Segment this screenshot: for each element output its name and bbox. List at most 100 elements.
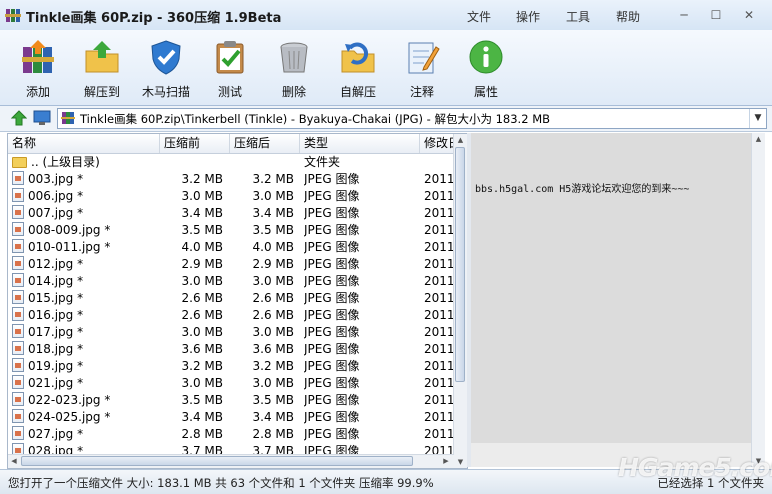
column-name[interactable]: 名称 bbox=[8, 134, 160, 153]
row-name-text: 019.jpg * bbox=[28, 359, 84, 373]
row-size: 2.6 MB bbox=[252, 308, 294, 322]
menu-operation[interactable]: 操作 bbox=[516, 8, 540, 25]
table-row[interactable]: 008-009.jpg * 3.5 MB 3.5 MB JPEG 图像 2011 bbox=[8, 222, 453, 239]
chevron-down-icon[interactable]: ▼ bbox=[749, 109, 766, 128]
table-row[interactable]: 007.jpg * 3.4 MB 3.4 MB JPEG 图像 2011 bbox=[8, 205, 453, 222]
row-modified: 2011 bbox=[424, 257, 453, 271]
row-packed-size: 3.0 MB bbox=[181, 189, 223, 203]
menu-tools[interactable]: 工具 bbox=[566, 8, 590, 25]
delete-button[interactable]: 删除 bbox=[262, 34, 326, 100]
scroll-right-arrow[interactable]: ▶ bbox=[440, 455, 452, 467]
row-type: JPEG 图像 bbox=[304, 376, 360, 390]
column-size[interactable]: 压缩后 bbox=[230, 134, 300, 153]
comment-button[interactable]: 注释 bbox=[390, 34, 454, 100]
row-packed-size: 3.0 MB bbox=[181, 274, 223, 288]
archive-comment: bbs.h5gal.com H5游戏论坛欢迎您的到来~~~ bbox=[475, 184, 690, 195]
maximize-button[interactable]: ☐ bbox=[705, 7, 727, 23]
row-modified: 2011 bbox=[424, 206, 453, 220]
scroll-down-arrow[interactable]: ▼ bbox=[454, 456, 467, 468]
row-modified: 2011 bbox=[424, 410, 453, 424]
row-name: 028.jpg * bbox=[12, 443, 162, 454]
row-packed-size: 3.5 MB bbox=[181, 223, 223, 237]
table-row[interactable]: 028.jpg * 3.7 MB 3.7 MB JPEG 图像 2011 bbox=[8, 443, 453, 454]
table-row[interactable]: 019.jpg * 3.2 MB 3.2 MB JPEG 图像 2011 bbox=[8, 358, 453, 375]
jpeg-file-icon bbox=[12, 409, 24, 423]
table-row[interactable]: 022-023.jpg * 3.5 MB 3.5 MB JPEG 图像 2011 bbox=[8, 392, 453, 409]
menu-file[interactable]: 文件 bbox=[467, 8, 491, 25]
row-name-text: 016.jpg * bbox=[28, 308, 84, 322]
row-modified: 2011 bbox=[424, 172, 453, 186]
properties-button[interactable]: 属性 bbox=[454, 34, 518, 100]
properties-label: 属性 bbox=[473, 85, 498, 99]
parent-folder-row[interactable]: .. (上级目录) 文件夹 bbox=[8, 154, 453, 171]
table-row[interactable]: 024-025.jpg * 3.4 MB 3.4 MB JPEG 图像 2011 bbox=[8, 409, 453, 426]
self-extract-button[interactable]: 自解压 bbox=[326, 34, 390, 100]
menu-help[interactable]: 帮助 bbox=[616, 8, 640, 25]
archive-icon bbox=[61, 112, 75, 124]
row-type: 文件夹 bbox=[304, 155, 341, 169]
file-rows: .. (上级目录) 文件夹 003.jpg * 3.2 MB 3.2 MB JPEG 图像… bbox=[8, 154, 453, 454]
folder-icon bbox=[12, 157, 27, 168]
row-type: JPEG 图像 bbox=[304, 325, 360, 339]
add-button[interactable]: 添加 bbox=[6, 34, 70, 100]
row-packed-size: 3.2 MB bbox=[181, 172, 223, 186]
vertical-scrollbar[interactable]: ▲ ▼ bbox=[453, 134, 467, 468]
column-packed[interactable]: 压缩前 bbox=[160, 134, 230, 153]
row-size: 2.8 MB bbox=[252, 427, 294, 441]
row-size: 3.0 MB bbox=[252, 189, 294, 203]
minimize-button[interactable]: ─ bbox=[673, 7, 695, 23]
table-row[interactable]: 014.jpg * 3.0 MB 3.0 MB JPEG 图像 2011 bbox=[8, 273, 453, 290]
table-row[interactable]: 006.jpg * 3.0 MB 3.0 MB JPEG 图像 2011 bbox=[8, 188, 453, 205]
test-label: 测试 bbox=[217, 85, 242, 99]
row-size: 3.0 MB bbox=[252, 376, 294, 390]
row-name: .. (上级目录) bbox=[12, 154, 162, 171]
table-row[interactable]: 015.jpg * 2.6 MB 2.6 MB JPEG 图像 2011 bbox=[8, 290, 453, 307]
horizontal-scrollbar[interactable]: ◀ ▶ bbox=[8, 454, 454, 468]
row-type: JPEG 图像 bbox=[304, 240, 360, 254]
close-button[interactable]: ✕ bbox=[738, 7, 760, 23]
table-row[interactable]: 003.jpg * 3.2 MB 3.2 MB JPEG 图像 2011 bbox=[8, 171, 453, 188]
app-icon bbox=[5, 9, 21, 22]
row-name: 027.jpg * bbox=[12, 426, 162, 443]
row-name: 018.jpg * bbox=[12, 341, 162, 358]
preview-scrollbar[interactable]: ▲ ▼ bbox=[751, 133, 765, 467]
trojan-scan-button[interactable]: 木马扫描 bbox=[134, 34, 198, 100]
row-type: JPEG 图像 bbox=[304, 308, 360, 322]
row-type: JPEG 图像 bbox=[304, 189, 360, 203]
scroll-left-arrow[interactable]: ◀ bbox=[8, 455, 20, 467]
preview-scroll-up-arrow[interactable]: ▲ bbox=[752, 133, 765, 145]
row-modified: 2011 bbox=[424, 427, 453, 441]
row-name: 024-025.jpg * bbox=[12, 409, 162, 426]
jpeg-file-icon bbox=[12, 188, 24, 202]
extract-to-button[interactable]: 解压到 bbox=[70, 34, 134, 100]
row-name: 012.jpg * bbox=[12, 256, 162, 273]
test-button[interactable]: 测试 bbox=[198, 34, 262, 100]
desktop-icon[interactable] bbox=[33, 110, 51, 126]
path-combobox[interactable]: Tinkle画集 60P.zip\Tinkerbell (Tinkle) - B… bbox=[57, 108, 767, 129]
row-modified: 2011 bbox=[424, 393, 453, 407]
jpeg-file-icon bbox=[12, 341, 24, 355]
up-arrow-icon[interactable] bbox=[11, 110, 27, 126]
row-type: JPEG 图像 bbox=[304, 393, 360, 407]
vertical-scroll-thumb[interactable] bbox=[455, 147, 465, 382]
jpeg-file-icon bbox=[12, 324, 24, 338]
table-row[interactable]: 018.jpg * 3.6 MB 3.6 MB JPEG 图像 2011 bbox=[8, 341, 453, 358]
row-modified: 2011 bbox=[424, 240, 453, 254]
row-name-text: 028.jpg * bbox=[28, 444, 84, 454]
row-size: 3.2 MB bbox=[252, 359, 294, 373]
horizontal-scroll-thumb[interactable] bbox=[21, 456, 413, 466]
table-row[interactable]: 027.jpg * 2.8 MB 2.8 MB JPEG 图像 2011 bbox=[8, 426, 453, 443]
column-type[interactable]: 类型 bbox=[300, 134, 420, 153]
table-row[interactable]: 010-011.jpg * 4.0 MB 4.0 MB JPEG 图像 2011 bbox=[8, 239, 453, 256]
row-packed-size: 3.5 MB bbox=[181, 393, 223, 407]
table-row[interactable]: 021.jpg * 3.0 MB 3.0 MB JPEG 图像 2011 bbox=[8, 375, 453, 392]
table-row[interactable]: 016.jpg * 2.6 MB 2.6 MB JPEG 图像 2011 bbox=[8, 307, 453, 324]
row-name: 006.jpg * bbox=[12, 188, 162, 205]
table-row[interactable]: 012.jpg * 2.9 MB 2.9 MB JPEG 图像 2011 bbox=[8, 256, 453, 273]
file-list: 名称 压缩前 压缩后 类型 修改日 .. (上级目录) 文件夹 003.jpg * 3… bbox=[7, 133, 468, 469]
scroll-up-arrow[interactable]: ▲ bbox=[454, 134, 467, 146]
row-size: 3.0 MB bbox=[252, 274, 294, 288]
table-row[interactable]: 017.jpg * 3.0 MB 3.0 MB JPEG 图像 2011 bbox=[8, 324, 453, 341]
row-type: JPEG 图像 bbox=[304, 257, 360, 271]
row-name-text: 003.jpg * bbox=[28, 172, 84, 186]
